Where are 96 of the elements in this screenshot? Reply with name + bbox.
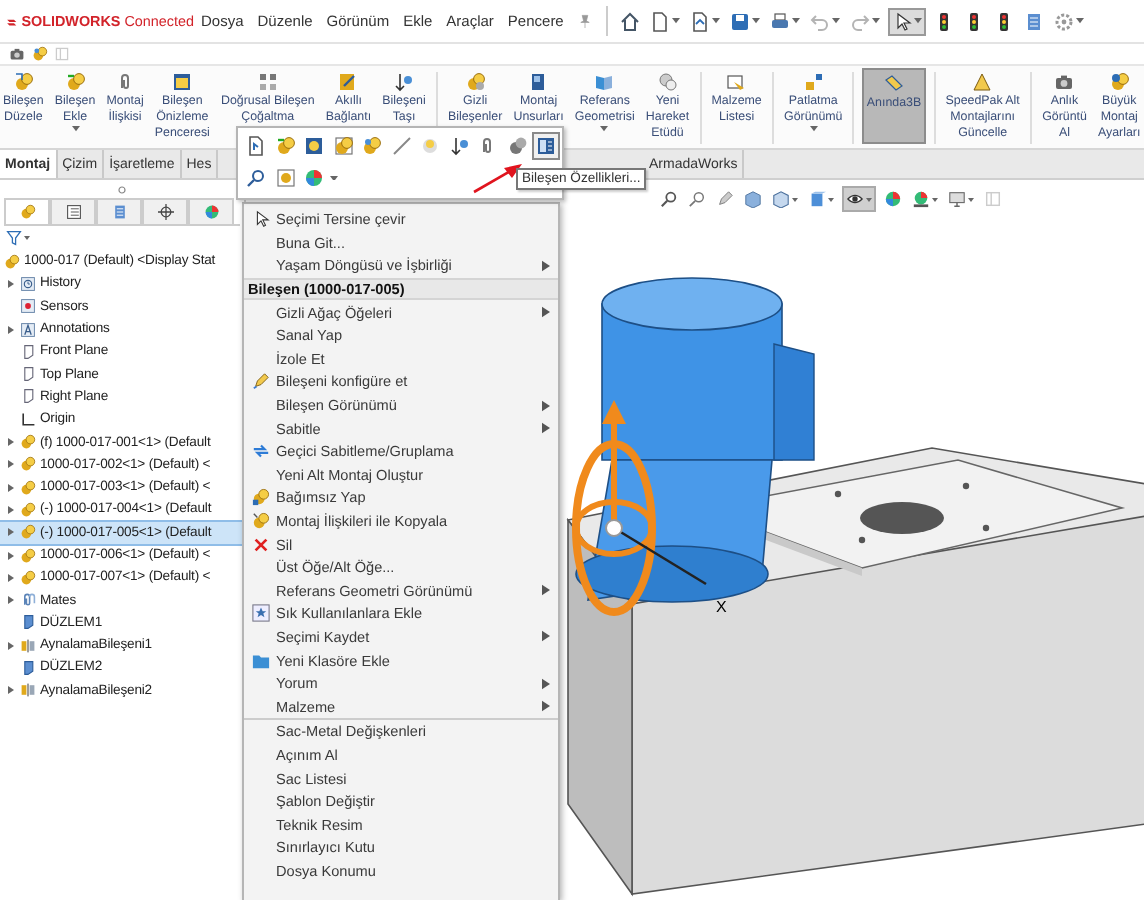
pencil-icon	[251, 372, 269, 391]
gear-icon[interactable]	[1054, 11, 1075, 31]
color-ball-icon[interactable]	[884, 190, 902, 208]
submenu-arrow-icon	[542, 259, 550, 272]
search-icon[interactable]	[660, 190, 678, 208]
expand-arrow-icon[interactable]	[7, 641, 13, 650]
annotation-icon	[20, 321, 36, 338]
caret-icon[interactable]	[809, 126, 818, 132]
crosshair-icon	[157, 204, 173, 220]
page-icon[interactable]	[690, 11, 711, 31]
properties-icon	[536, 136, 556, 156]
paperclip-icon	[20, 592, 36, 609]
caret-icon[interactable]	[792, 18, 801, 24]
panel-tab[interactable]	[96, 198, 142, 224]
cube-icon	[528, 72, 549, 92]
axis-label: X	[716, 598, 727, 616]
pattern-icon	[257, 72, 278, 92]
star-icon	[251, 604, 269, 623]
expand-arrow-icon[interactable]	[7, 483, 13, 492]
folder-icon	[251, 651, 269, 670]
caret-icon[interactable]	[600, 126, 609, 132]
table-icon	[726, 72, 747, 92]
list-icon	[65, 204, 81, 220]
panel-tab[interactable]	[188, 198, 234, 224]
caret-icon[interactable]	[828, 197, 834, 201]
pointer-icon	[892, 11, 913, 31]
caret-icon[interactable]	[872, 18, 881, 24]
triad-drawing[interactable]	[572, 400, 707, 616]
expand-arrow-icon[interactable]	[7, 279, 13, 288]
delete-icon	[251, 535, 269, 554]
panel-tab[interactable]	[50, 198, 96, 224]
plane-icon	[594, 72, 615, 92]
pencil-icon	[884, 74, 904, 94]
history-icon	[20, 275, 36, 292]
toolbar-button[interactable]	[532, 132, 560, 160]
arrows-icon	[251, 442, 269, 461]
sensor-icon	[20, 298, 36, 315]
plane-icon	[20, 614, 36, 631]
caret-icon[interactable]	[24, 236, 30, 240]
expand-arrow-icon[interactable]	[7, 528, 13, 537]
move-icon	[393, 72, 414, 92]
pointer-icon	[251, 210, 269, 229]
caret-icon[interactable]	[866, 197, 872, 201]
select-tool-button[interactable]	[888, 7, 927, 35]
submenu-arrow-icon	[542, 630, 550, 643]
caret-icon[interactable]	[712, 18, 721, 24]
page-icon[interactable]	[650, 11, 671, 31]
splitter-handle[interactable]	[118, 185, 126, 193]
search-icon[interactable]	[688, 190, 706, 208]
page-icon[interactable]	[246, 136, 266, 156]
print-icon[interactable]	[770, 11, 791, 31]
color-ball-icon[interactable]	[912, 190, 930, 208]
expand-arrow-icon[interactable]	[7, 596, 13, 605]
motion-icon	[657, 72, 678, 92]
caret-icon[interactable]	[832, 18, 841, 24]
mirror-icon	[20, 682, 36, 699]
submenu-arrow-icon	[542, 306, 550, 319]
expand-arrow-icon[interactable]	[7, 460, 13, 469]
caret-icon[interactable]	[932, 197, 938, 201]
origin-icon	[20, 411, 36, 428]
document-icon	[111, 204, 127, 220]
expand-arrow-icon[interactable]	[7, 505, 13, 514]
color-ball-icon[interactable]	[304, 168, 324, 188]
panel-tab[interactable]	[142, 198, 188, 224]
cube-icon[interactable]	[808, 190, 826, 208]
save-icon[interactable]	[730, 11, 751, 31]
camera-icon[interactable]	[8, 46, 26, 62]
color-ball-icon	[203, 204, 219, 220]
window-icon	[172, 72, 193, 92]
filter-icon[interactable]	[6, 230, 22, 246]
expand-arrow-icon[interactable]	[7, 551, 13, 559]
caret-icon[interactable]	[71, 126, 80, 132]
expand-arrow-icon[interactable]	[7, 573, 13, 582]
submenu-arrow-icon	[542, 584, 550, 597]
expand-arrow-icon[interactable]	[7, 325, 13, 334]
caret-icon[interactable]	[968, 197, 974, 201]
expand-arrow-icon[interactable]	[7, 438, 13, 447]
annotation-arrow	[473, 164, 522, 194]
caret-icon[interactable]	[752, 18, 761, 24]
eye-icon[interactable]	[846, 190, 864, 208]
pencil-icon[interactable]	[716, 190, 734, 208]
expand-arrow-icon[interactable]	[7, 686, 13, 695]
move-icon[interactable]	[449, 136, 469, 156]
caret-icon[interactable]	[672, 18, 681, 24]
caret-icon[interactable]	[792, 197, 798, 201]
document-icon[interactable]	[1024, 11, 1045, 31]
search-icon[interactable]	[246, 168, 266, 188]
caret-icon[interactable]	[914, 18, 923, 24]
mirror-icon	[20, 637, 36, 654]
plane-icon	[20, 659, 36, 676]
camera-icon	[1054, 72, 1075, 92]
monitor-icon[interactable]	[948, 190, 966, 208]
line-icon[interactable]	[391, 136, 411, 156]
home-icon[interactable]	[620, 11, 641, 31]
caret-icon[interactable]	[1076, 18, 1085, 24]
pin-icon[interactable]	[578, 14, 593, 28]
